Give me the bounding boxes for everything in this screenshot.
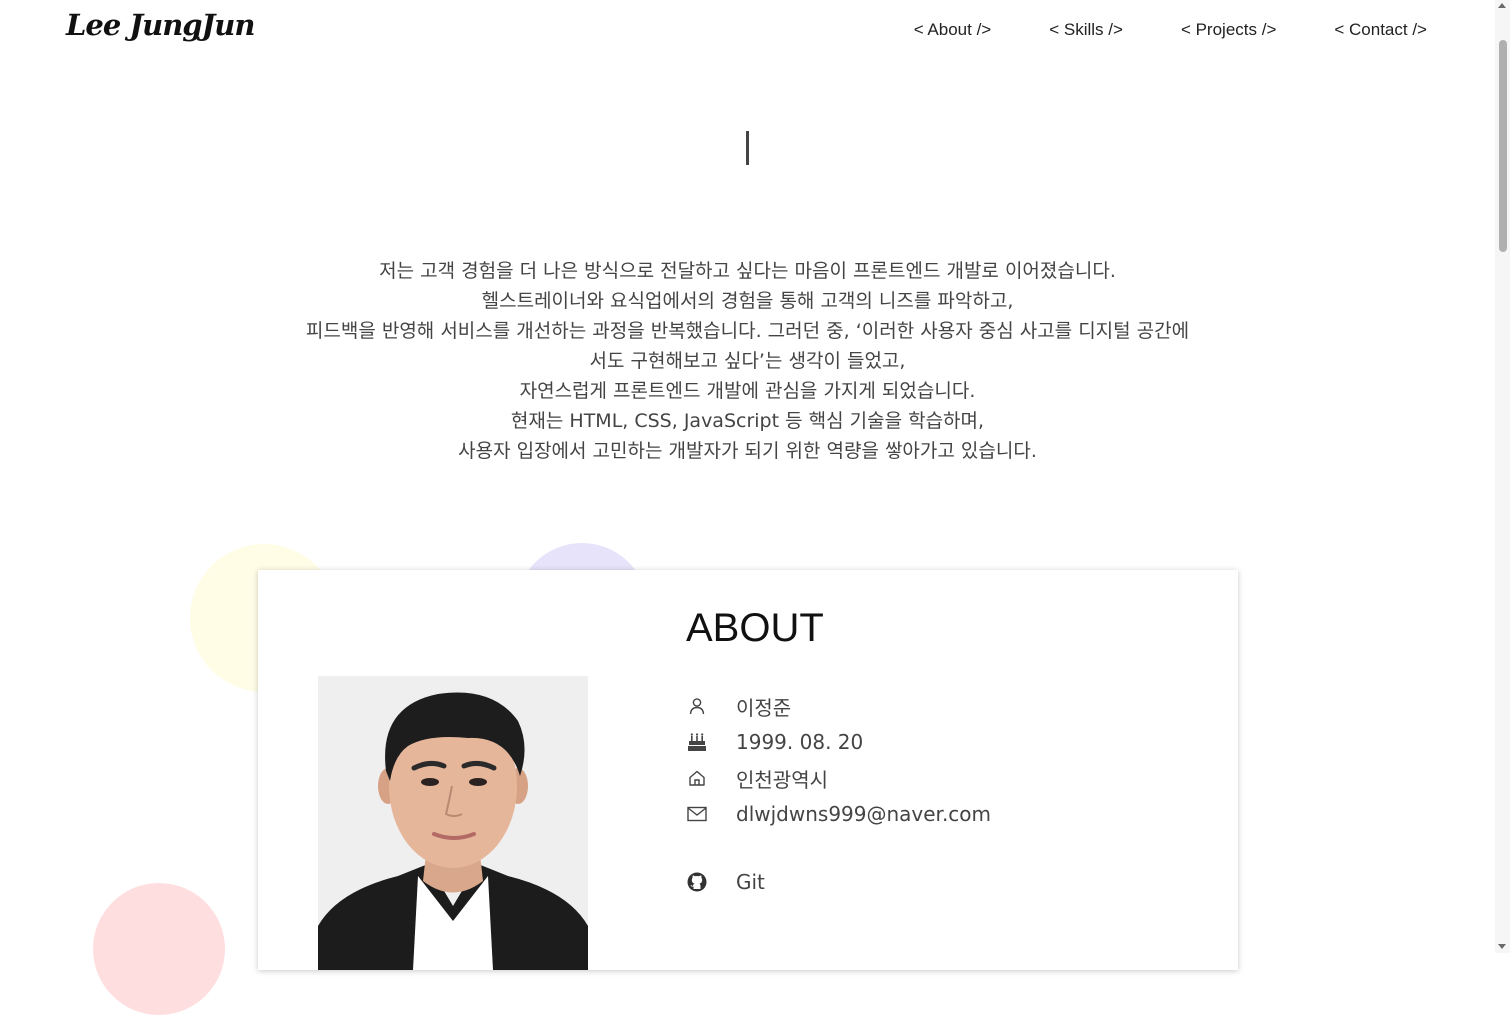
intro-text: 저는 고객 경험을 더 나은 방식으로 전달하고 싶다는 마음이 프론트엔드 개… [0,256,1495,466]
site-logo[interactable]: Lee JungJun [66,8,255,42]
nav-projects[interactable]: < Projects /> [1181,20,1276,40]
about-info-list: 이정준 1999. 08. 20 인천광역시 dlwjdwns999@naver… [686,688,991,832]
scroll-thumb[interactable] [1499,40,1507,252]
about-title: ABOUT [686,606,824,650]
info-location: 인천광역시 [736,767,828,792]
nav-contact[interactable]: < Contact /> [1334,20,1427,40]
info-row-location: 인천광역시 [686,760,991,796]
decor-circle-pink [93,883,225,1015]
info-birth: 1999. 08. 20 [736,730,864,754]
intro-line: 피드백을 반영해 서비스를 개선하는 과정을 반복했습니다. 그러던 중, ‘이… [305,320,1190,342]
intro-line: 서도 구현해보고 싶다’는 생각이 들었고, [589,350,906,372]
intro-line: 현재는 HTML, CSS, JavaScript 등 핵심 기술을 학습하며, [510,410,985,432]
nav-about[interactable]: < About /> [914,20,992,40]
scroll-up-icon[interactable] [1498,3,1506,8]
scroll-down-icon[interactable] [1498,944,1506,949]
info-name: 이정준 [736,695,792,720]
info-email[interactable]: dlwjdwns999@naver.com [736,802,991,826]
info-row-email: dlwjdwns999@naver.com [686,796,991,832]
main-nav: < About /> < Skills /> < Projects /> < C… [914,20,1427,40]
home-icon [686,767,708,789]
info-row-birth: 1999. 08. 20 [686,724,991,760]
git-label[interactable]: Git [736,870,765,894]
intro-line: 저는 고객 경험을 더 나은 방식으로 전달하고 싶다는 마음이 프론트엔드 개… [379,260,1116,282]
typing-cursor [746,131,749,165]
nav-skills[interactable]: < Skills /> [1049,20,1123,40]
mail-icon [686,803,708,825]
git-link[interactable]: Git [686,867,765,897]
page-scrollbar[interactable] [1495,0,1510,953]
github-icon[interactable] [686,871,708,893]
about-card: ABOUT 이정준 1999. 08. 20 인천광역시 dlwjdwns999… [258,570,1238,970]
intro-line: 헬스트레이너와 요식업에서의 경험을 통해 고객의 니즈를 파악하고, [481,290,1014,312]
intro-line: 사용자 입장에서 고민하는 개발자가 되기 위한 역량을 쌓아가고 있습니다. [458,440,1037,462]
site-header: Lee JungJun < About /> < Skills /> < Pro… [0,0,1495,62]
info-row-name: 이정준 [686,688,991,724]
user-icon [686,695,708,717]
cake-icon [686,731,708,753]
intro-line: 자연스럽게 프론트엔드 개발에 관심을 가지게 되었습니다. [519,380,976,402]
profile-photo [318,676,588,970]
